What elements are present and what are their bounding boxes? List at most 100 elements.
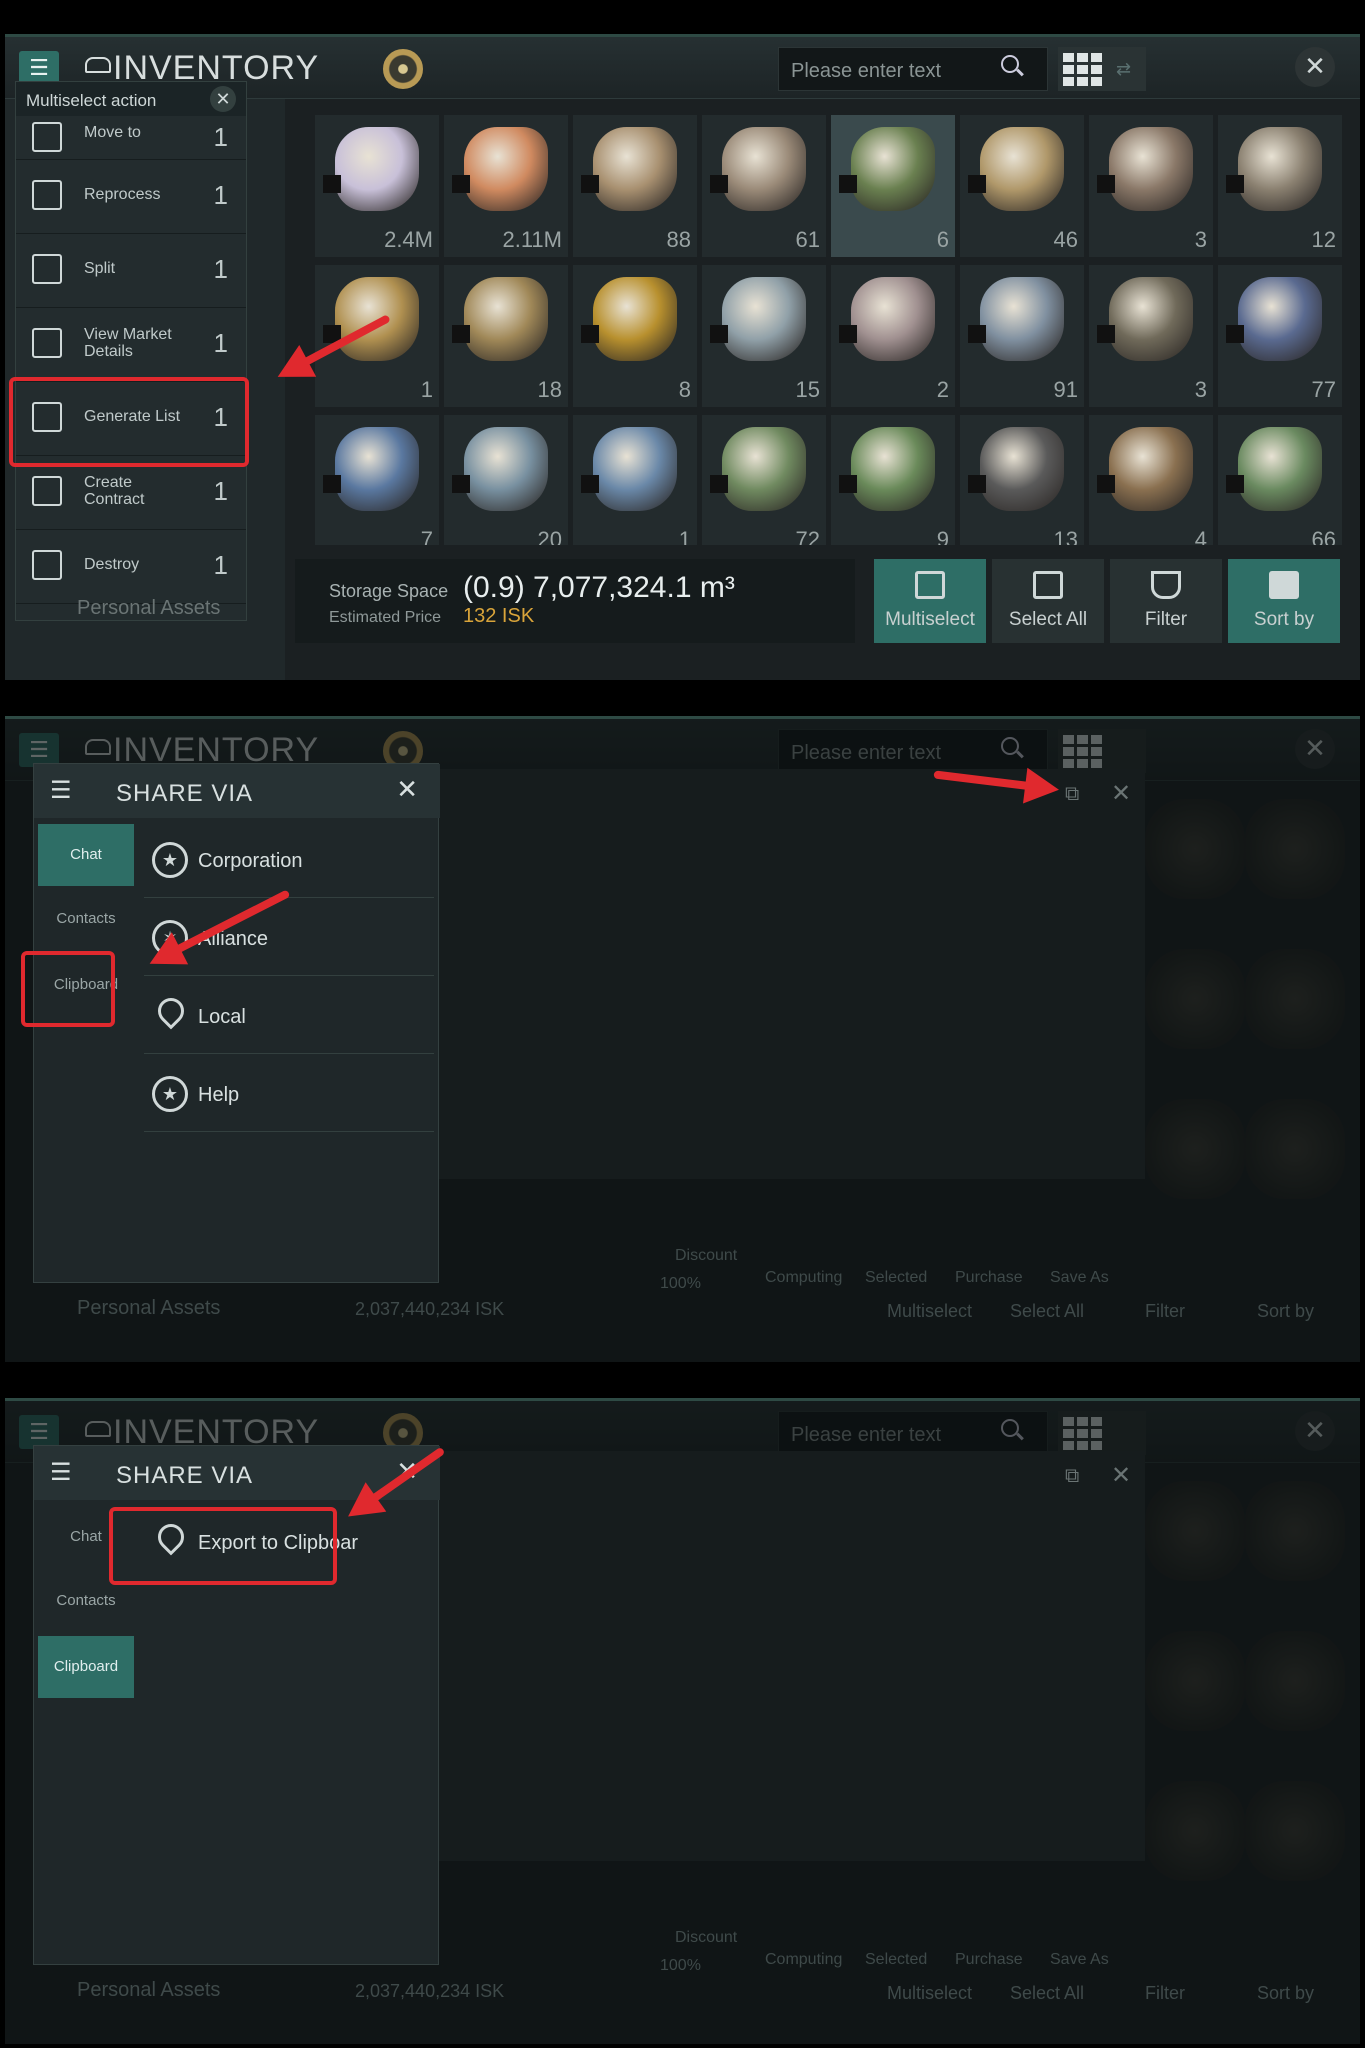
left-footer-label[interactable]: Personal Assets <box>77 1979 220 2002</box>
inventory-item[interactable]: 61 <box>702 115 826 257</box>
inventory-item[interactable]: 46 <box>960 115 1084 257</box>
action-reprocess[interactable]: Reprocess 1 <box>16 160 246 234</box>
inventory-item[interactable]: 4 <box>1089 415 1213 545</box>
filter-button[interactable]: Filter <box>1145 1301 1185 1322</box>
column-purchase[interactable]: Purchase <box>955 1269 1023 1287</box>
column-computing[interactable]: Computing <box>765 1269 842 1287</box>
item-checkbox[interactable] <box>710 175 728 193</box>
item-checkbox[interactable] <box>839 475 857 493</box>
search-icon[interactable] <box>1001 55 1019 73</box>
inventory-item[interactable]: 2.11M <box>444 115 568 257</box>
tab-contacts[interactable]: Contacts <box>38 888 134 950</box>
item-checkbox[interactable] <box>452 325 470 343</box>
view-toggle-button[interactable]: ⇄ <box>1058 47 1146 91</box>
menu-icon[interactable]: ☰ <box>50 776 72 805</box>
multiselect-button[interactable]: Multiselect <box>874 559 986 643</box>
share-icon[interactable]: ⧉ <box>1065 1465 1079 1488</box>
column-computing[interactable]: Computing <box>765 1951 842 1969</box>
ore-icon <box>722 277 806 361</box>
item-checkbox[interactable] <box>710 325 728 343</box>
inventory-item[interactable]: 13 <box>960 415 1084 545</box>
ore-icon <box>722 427 806 511</box>
sort-by-button[interactable]: Sort by <box>1257 1301 1314 1322</box>
close-icon[interactable]: ✕ <box>1295 47 1335 87</box>
location-ring-icon[interactable] <box>383 49 423 89</box>
filter-button[interactable]: Filter <box>1145 1983 1185 2004</box>
share-title: SHARE VIA <box>116 780 254 807</box>
item-checkbox[interactable] <box>323 175 341 193</box>
inventory-item[interactable]: 9 <box>831 415 955 545</box>
action-destroy[interactable]: Destroy 1 <box>16 530 246 604</box>
item-checkbox[interactable] <box>452 475 470 493</box>
menu-icon[interactable]: ☰ <box>50 1458 72 1487</box>
item-checkbox[interactable] <box>581 325 599 343</box>
item-checkbox[interactable] <box>968 325 986 343</box>
item-checkbox[interactable] <box>839 325 857 343</box>
menu-icon[interactable]: ☰ <box>19 51 59 85</box>
inventory-item[interactable]: 2.4M <box>315 115 439 257</box>
tab-chat[interactable]: Chat <box>38 824 134 886</box>
close-icon[interactable]: ✕ <box>396 774 418 805</box>
sort-by-button[interactable]: Sort by <box>1257 1983 1314 2004</box>
share-icon[interactable]: ⧉ <box>1065 783 1079 806</box>
inventory-item[interactable]: 6 <box>831 115 955 257</box>
inventory-item[interactable]: 77 <box>1218 265 1342 407</box>
inventory-item[interactable]: 91 <box>960 265 1084 407</box>
inventory-item[interactable]: 7 <box>315 415 439 545</box>
inventory-item[interactable]: 66 <box>1218 415 1342 545</box>
share-option-help[interactable]: ★ Help <box>144 1056 434 1132</box>
option-label: Corporation <box>198 850 303 872</box>
inventory-item[interactable]: 72 <box>702 415 826 545</box>
reprocess-icon <box>32 180 62 210</box>
multiselect-button[interactable]: Multiselect <box>887 1983 972 2004</box>
inventory-item[interactable]: 20 <box>444 415 568 545</box>
action-view-market-details[interactable]: View Market Details 1 <box>16 308 246 382</box>
tab-clipboard[interactable]: Clipboard <box>38 1636 134 1698</box>
inventory-item[interactable]: 15 <box>702 265 826 407</box>
close-icon[interactable]: ✕ <box>210 86 236 112</box>
left-footer-label[interactable]: Personal Assets <box>77 597 220 620</box>
sort-by-button[interactable]: Sort by <box>1228 559 1340 643</box>
filter-button[interactable]: Filter <box>1110 559 1222 643</box>
item-checkbox[interactable] <box>581 175 599 193</box>
item-checkbox[interactable] <box>968 475 986 493</box>
inventory-item[interactable]: 88 <box>573 115 697 257</box>
column-selected[interactable]: Selected <box>865 1269 927 1287</box>
item-checkbox[interactable] <box>581 475 599 493</box>
column-save-as[interactable]: Save As <box>1050 1951 1109 1969</box>
inventory-item[interactable]: 1 <box>573 415 697 545</box>
item-checkbox[interactable] <box>323 475 341 493</box>
inventory-item[interactable]: 3 <box>1089 115 1213 257</box>
action-split[interactable]: Split 1 <box>16 234 246 308</box>
action-move-to[interactable]: Move to 1 <box>16 116 246 160</box>
item-checkbox[interactable] <box>452 175 470 193</box>
item-checkbox[interactable] <box>968 175 986 193</box>
item-checkbox[interactable] <box>1226 325 1244 343</box>
multiselect-button[interactable]: Multiselect <box>887 1301 972 1322</box>
select-all-button[interactable]: Select All <box>992 559 1104 643</box>
inventory-item[interactable]: 3 <box>1089 265 1213 407</box>
item-checkbox[interactable] <box>1226 175 1244 193</box>
share-option-corporation[interactable]: ★ Corporation <box>144 822 434 898</box>
left-footer-label[interactable]: Personal Assets <box>77 1297 220 1320</box>
inventory-item[interactable]: 12 <box>1218 115 1342 257</box>
column-save-as[interactable]: Save As <box>1050 1269 1109 1287</box>
inventory-item[interactable]: 18 <box>444 265 568 407</box>
item-checkbox[interactable] <box>839 175 857 193</box>
item-checkbox[interactable] <box>1097 175 1115 193</box>
select-all-button[interactable]: Select All <box>1010 1301 1084 1322</box>
item-checkbox[interactable] <box>1226 475 1244 493</box>
inventory-item[interactable]: 2 <box>831 265 955 407</box>
inventory-item[interactable]: 1 <box>315 265 439 407</box>
item-checkbox[interactable] <box>1097 325 1115 343</box>
inventory-item[interactable]: 8 <box>573 265 697 407</box>
action-create-contract[interactable]: Create Contract 1 <box>16 456 246 530</box>
close-icon[interactable]: ✕ <box>1111 779 1131 808</box>
select-all-button[interactable]: Select All <box>1010 1983 1084 2004</box>
item-checkbox[interactable] <box>1097 475 1115 493</box>
item-checkbox[interactable] <box>710 475 728 493</box>
column-selected[interactable]: Selected <box>865 1951 927 1969</box>
share-option-local[interactable]: Local <box>144 978 434 1054</box>
column-purchase[interactable]: Purchase <box>955 1951 1023 1969</box>
close-icon[interactable]: ✕ <box>1111 1461 1131 1490</box>
